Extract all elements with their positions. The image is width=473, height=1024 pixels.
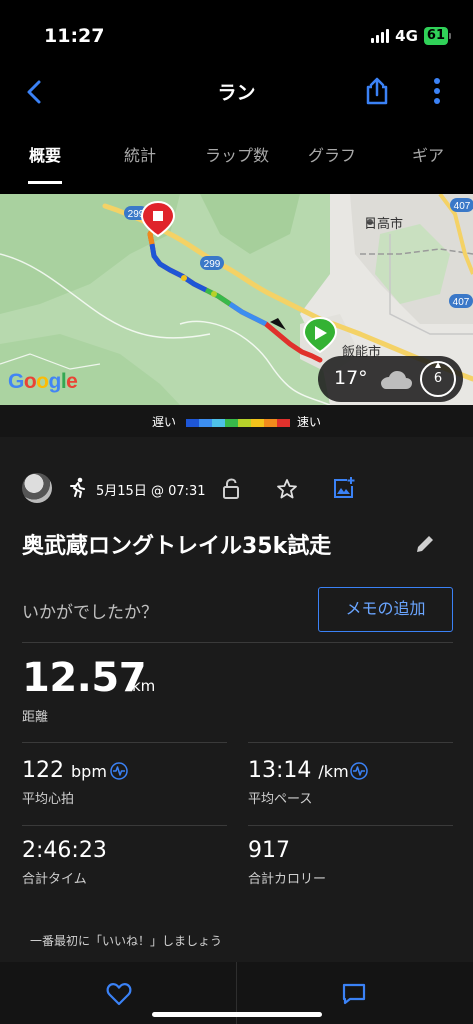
avg-hr-value: 122 — [22, 758, 64, 783]
edit-pencil-icon[interactable] — [414, 533, 436, 555]
signal-icon — [371, 29, 390, 43]
network-type: 4G — [395, 27, 418, 45]
legend-slow-label: 遅い — [152, 415, 177, 429]
activity-date: 5月15日 @ 07:31 — [96, 484, 206, 499]
add-memo-button[interactable]: メモの追加 — [318, 587, 453, 632]
road-shield-407: 407 — [449, 294, 473, 308]
divider — [22, 742, 227, 743]
more-options-icon[interactable] — [427, 77, 447, 105]
total-time-label: 合計タイム — [22, 872, 87, 887]
unlock-icon[interactable] — [222, 478, 240, 500]
calories-value: 917 — [248, 838, 290, 863]
share-icon[interactable] — [364, 77, 390, 105]
nav-bar: ラン — [0, 66, 473, 118]
pace-zone-icon[interactable] — [350, 762, 368, 780]
divider — [248, 825, 453, 826]
status-time: 11:27 — [44, 25, 105, 47]
legend-color-bar — [186, 419, 290, 427]
svg-text:299: 299 — [204, 259, 221, 270]
add-photo-icon[interactable] — [332, 476, 356, 500]
avg-hr-unit: bpm — [71, 762, 107, 781]
running-icon — [70, 477, 85, 498]
avg-hr-label: 平均心拍 — [22, 792, 75, 807]
bottom-action-bar — [0, 962, 473, 1024]
weather-badge: 17° 6 — [318, 356, 463, 402]
avg-pace-stat: 13:14 /km — [248, 758, 349, 783]
legend-fast-label: 速い — [297, 415, 322, 429]
home-indicator — [152, 1012, 322, 1017]
google-logo: Google — [8, 370, 78, 393]
tab-gear[interactable]: ギア — [412, 142, 444, 166]
feeling-prompt: いかがでしたか？ — [22, 603, 158, 623]
distance-label: 距離 — [22, 710, 49, 725]
pace-legend: 遅い 速い — [0, 405, 473, 437]
tab-overview[interactable]: 概要 — [29, 142, 61, 166]
cloud-icon — [381, 371, 412, 389]
status-bar: 11:27 4G 61 — [0, 0, 473, 66]
road-shield-299: 299 — [200, 256, 224, 270]
avg-hr-stat: 122 bpm — [22, 758, 107, 783]
svg-text:407: 407 — [454, 201, 471, 212]
avatar[interactable] — [22, 473, 52, 503]
wind-speed: 6 — [433, 371, 443, 386]
place-label-hidaka: 日高市 — [364, 216, 403, 232]
comment-icon[interactable] — [341, 982, 367, 1006]
tab-stats[interactable]: 統計 — [124, 142, 156, 166]
battery-icon: 61 — [423, 27, 451, 45]
distance-value: 12.57 — [22, 655, 147, 701]
heart-rate-zone-icon[interactable] — [110, 762, 128, 780]
status-indicators: 4G 61 — [371, 27, 451, 45]
weather-temperature: 17° — [334, 367, 368, 389]
page-title: ラン — [217, 82, 256, 104]
battery-level: 61 — [423, 27, 448, 45]
tab-laps[interactable]: ラップ数 — [205, 142, 269, 166]
road-shield-407: 407 — [450, 198, 473, 212]
avg-pace-unit: /km — [318, 762, 349, 781]
avg-pace-label: 平均ペース — [248, 792, 313, 807]
svg-text:407: 407 — [453, 297, 470, 308]
divider — [22, 825, 227, 826]
avg-pace-value: 13:14 — [248, 758, 312, 783]
like-heart-icon[interactable] — [106, 982, 132, 1006]
tab-bar: 概要 統計 ラップ数 グラフ ギア — [0, 118, 473, 194]
distance-unit: km — [132, 677, 156, 695]
divider — [22, 642, 453, 643]
like-prompt: 一番最初に「いいね！」しましょう — [30, 934, 223, 948]
active-tab-indicator — [28, 181, 62, 184]
calories-label: 合計カロリー — [248, 872, 327, 887]
tab-graph[interactable]: グラフ — [308, 142, 356, 166]
star-icon[interactable] — [276, 478, 298, 500]
divider — [248, 742, 453, 743]
total-time-value: 2:46:23 — [22, 838, 107, 863]
activity-title: 奥武蔵ロングトレイル35k試走 — [22, 534, 332, 559]
